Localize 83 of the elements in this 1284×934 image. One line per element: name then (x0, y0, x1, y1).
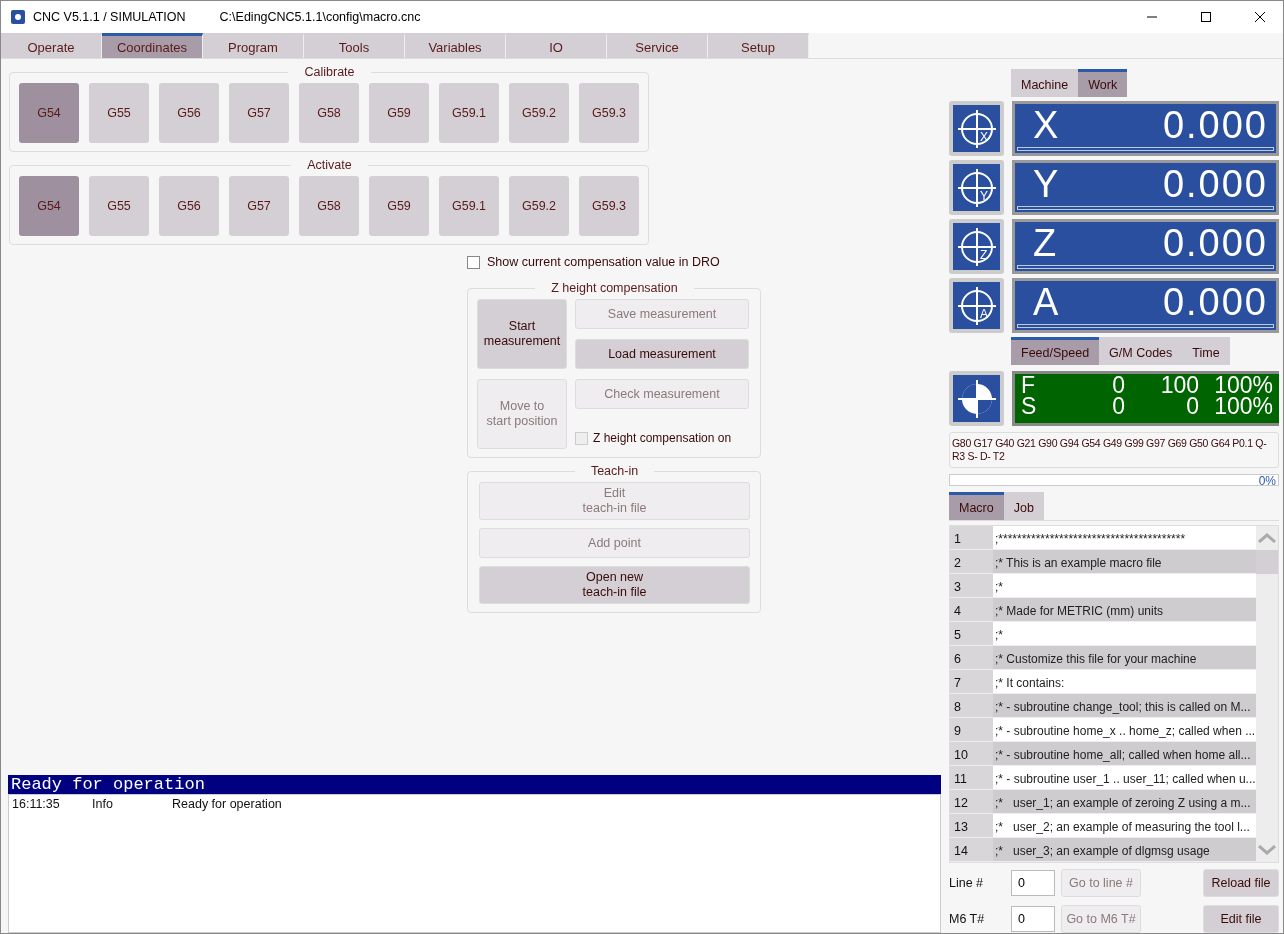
line-number: 4 (950, 598, 993, 621)
offset-button[interactable]: G59.1 (439, 83, 499, 143)
main-tab[interactable]: Program (203, 33, 304, 58)
offset-button[interactable]: G55 (89, 176, 149, 236)
line-number: 2 (950, 550, 993, 573)
line-number: 9 (950, 718, 993, 741)
load-measurement-button[interactable]: Load measurement (575, 339, 749, 369)
offset-button[interactable]: G56 (159, 83, 219, 143)
zero-axis-button[interactable]: Z (949, 219, 1004, 274)
line-number: 12 (950, 790, 993, 813)
axis-readout: A 0.000 (1012, 278, 1279, 333)
app-logo-icon (11, 10, 25, 24)
group-title: Calibrate (303, 65, 356, 79)
line-number: 7 (950, 670, 993, 693)
checkbox-label: Show current compensation value in DRO (487, 255, 720, 269)
line-number: 11 (950, 766, 993, 789)
log-message: Ready for operation (172, 797, 283, 811)
main-tab[interactable]: Coordinates (102, 33, 203, 58)
dro-tab[interactable]: Machine (1011, 69, 1079, 97)
offset-button[interactable]: G59.2 (509, 176, 569, 236)
line-number: 3 (950, 574, 993, 597)
main-tab[interactable]: Operate (1, 33, 102, 58)
line-number: 1 (950, 526, 993, 549)
offset-button[interactable]: G54 (19, 83, 79, 143)
offset-button[interactable]: G59.3 (579, 176, 639, 236)
axis-readout: Y 0.000 (1012, 160, 1279, 215)
scroll-thumb[interactable] (1255, 550, 1278, 574)
group-title: Activate (306, 158, 353, 172)
offset-button[interactable]: G55 (89, 83, 149, 143)
quadrant-icon (956, 378, 997, 419)
dro-tab[interactable]: Work (1078, 69, 1128, 97)
info-tab[interactable]: Feed/Speed (1011, 337, 1100, 365)
offset-button[interactable]: G58 (299, 176, 359, 236)
log-time: 16:11:35 (12, 797, 61, 811)
start-measurement-button[interactable]: Start measurement (477, 299, 567, 369)
checkbox[interactable] (467, 255, 480, 269)
offset-button[interactable]: G57 (229, 176, 289, 236)
file-tab[interactable]: Macro (949, 492, 1004, 520)
close-icon (1255, 12, 1265, 22)
progress-bar: 0% (949, 474, 1279, 486)
line-number: 6 (950, 646, 993, 669)
axis-readout: Z 0.000 (1012, 219, 1279, 274)
main-tab[interactable]: IO (506, 33, 607, 58)
line-number: 10 (950, 742, 993, 765)
field-label: M6 T# (949, 912, 986, 926)
maximize-icon (1201, 12, 1211, 22)
main-tab[interactable]: Variables (405, 33, 506, 58)
axis-readout: X 0.000 (1012, 101, 1279, 156)
line-number: 14 (950, 838, 993, 861)
offset-button[interactable]: G54 (19, 176, 79, 236)
group-title: Z height compensation (550, 281, 679, 295)
active-gcodes: G80 G17 G40 G21 G90 G94 G54 G49 G99 G97 G69 G50 G64 P0.1 Q- R3 S- D- T2 (949, 432, 1279, 468)
offset-button[interactable]: G59.2 (509, 83, 569, 143)
info-tab[interactable]: Time (1182, 337, 1230, 365)
status-banner: Ready for operation (8, 775, 941, 794)
offset-button[interactable]: G58 (299, 83, 359, 143)
teach-in-button[interactable]: Open new teach-in file (479, 566, 750, 604)
main-tab[interactable]: Setup (708, 33, 809, 58)
offset-button[interactable]: G57 (229, 83, 289, 143)
offset-button[interactable]: G59 (369, 83, 429, 143)
field-label: Line # (949, 876, 985, 890)
zero-axis-button[interactable]: Y (949, 160, 1004, 215)
main-tab[interactable]: Tools (304, 33, 405, 58)
file-tab[interactable]: Job (1003, 492, 1044, 520)
zero-axis-button[interactable]: A (949, 278, 1004, 333)
group-title: Teach-in (589, 464, 640, 478)
line-number: 13 (950, 814, 993, 837)
line-number: 5 (950, 622, 993, 645)
checkbox-label: Z height compensation on (593, 431, 732, 445)
info-tab[interactable]: G/M Codes (1099, 337, 1183, 365)
line-number: 8 (950, 694, 993, 717)
main-tab[interactable]: Service (607, 33, 708, 58)
reload-file-button[interactable]: Reload file (1203, 869, 1279, 897)
offset-button[interactable]: G59.1 (439, 176, 499, 236)
spindle-button[interactable] (949, 371, 1004, 426)
window-title: CNC V5.1.1 / SIMULATION (33, 10, 186, 24)
feed-speed-readout: F 0 100 100% S 0 0 100% (1012, 371, 1279, 426)
offset-button[interactable]: G59 (369, 176, 429, 236)
file-path: C:\EdingCNC5.1.1\config\macro.cnc (219, 10, 421, 24)
edit-file-button[interactable]: Edit file (1203, 905, 1279, 933)
log-type: Info (92, 797, 114, 811)
offset-button[interactable]: G56 (159, 176, 219, 236)
offset-button[interactable]: G59.3 (579, 83, 639, 143)
